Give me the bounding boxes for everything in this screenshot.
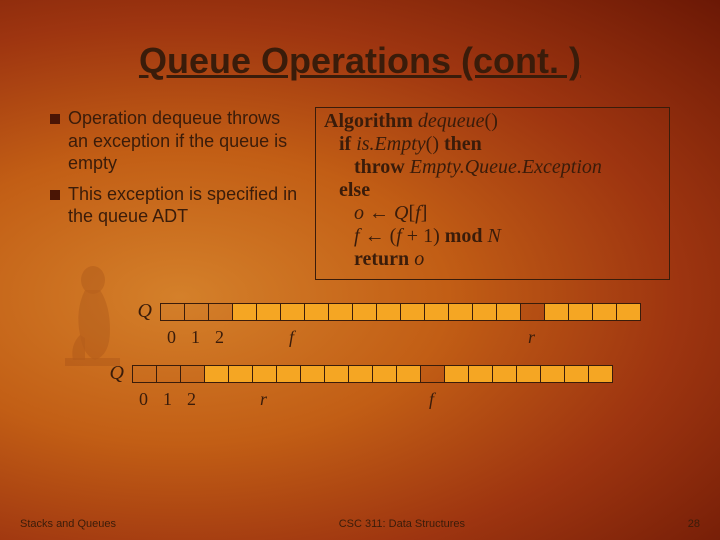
footer-left: Stacks and Queues [20,518,116,530]
algo-line: if is.Empty() then [324,133,661,156]
cell-filled [280,303,305,321]
cell [208,303,233,321]
index-label: 1 [155,389,180,410]
bullet-item: This exception is specified in the queue… [50,183,300,228]
cell-filled [300,365,325,383]
bullet-text: Operation dequeue throws an exception if… [68,107,300,175]
array-diagrams: Q [50,300,670,410]
cell-filled [588,365,613,383]
cell [520,303,545,321]
index-label: 0 [131,389,156,410]
footer: Stacks and Queues CSC 311: Data Structur… [0,518,720,530]
cell-filled [232,303,257,321]
decorative-figure [55,260,135,370]
cell [132,365,157,383]
footer-center: CSC 311: Data Structures [339,518,465,530]
cell-filled [328,303,353,321]
cell-filled [304,303,329,321]
cell-filled [472,303,497,321]
index-label: 2 [179,389,204,410]
bullet-marker [50,190,60,200]
algo-line: f ← (f + 1) mod N [324,225,661,248]
algo-line: return o [324,248,661,271]
cell-filled [376,303,401,321]
cell-filled [348,365,373,383]
array-cells [160,303,641,321]
algo-line: throw Empty.Queue.Exception [324,156,661,179]
cell-filled [228,365,253,383]
cell-filled [396,365,421,383]
array-row: Q [50,300,670,323]
algorithm-box: Algorithm dequeue() if is.Empty() then t… [315,107,670,280]
cell-filled [616,303,641,321]
cell-filled [492,365,517,383]
cell-filled [324,365,349,383]
cell [420,365,445,383]
algo-line: o ← Q[f] [324,202,661,225]
index-row: 0 1 2 f r [50,327,670,348]
algo-line: Algorithm dequeue() [324,110,661,133]
cell-filled [372,365,397,383]
cell [184,303,209,321]
cell-filled [444,365,469,383]
array-cells [132,365,613,383]
index-f: f [279,327,304,348]
cell-filled [352,303,377,321]
index-r: r [251,389,276,410]
page-title: Queue Operations (cont. ) [50,40,670,82]
cell-filled [544,303,569,321]
cell-filled [256,303,281,321]
cell-filled [204,365,229,383]
bullet-text: This exception is specified in the queue… [68,183,300,228]
cell-filled [468,365,493,383]
cell [156,365,181,383]
cell-filled [540,365,565,383]
slide: Queue Operations (cont. ) Operation dequ… [0,0,720,540]
array-row: Q [50,362,670,385]
algo-line: else [324,179,661,202]
index-row: 0 1 2 r f [50,389,670,410]
cell-filled [564,365,589,383]
content-row: Operation dequeue throws an exception if… [50,107,670,280]
cell-filled [448,303,473,321]
cell-filled [516,365,541,383]
cell-filled [568,303,593,321]
footer-right: 28 [688,518,700,530]
cell-filled [276,365,301,383]
bullet-marker [50,114,60,124]
bullet-item: Operation dequeue throws an exception if… [50,107,300,175]
cell-filled [424,303,449,321]
index-label: 2 [207,327,232,348]
cell-filled [400,303,425,321]
index-f: f [419,389,444,410]
cell-filled [252,365,277,383]
cell [180,365,205,383]
index-r: r [519,327,544,348]
bullet-list: Operation dequeue throws an exception if… [50,107,300,280]
cell-filled [592,303,617,321]
cell [160,303,185,321]
index-label: 1 [183,327,208,348]
cell-filled [496,303,521,321]
index-label: 0 [159,327,184,348]
